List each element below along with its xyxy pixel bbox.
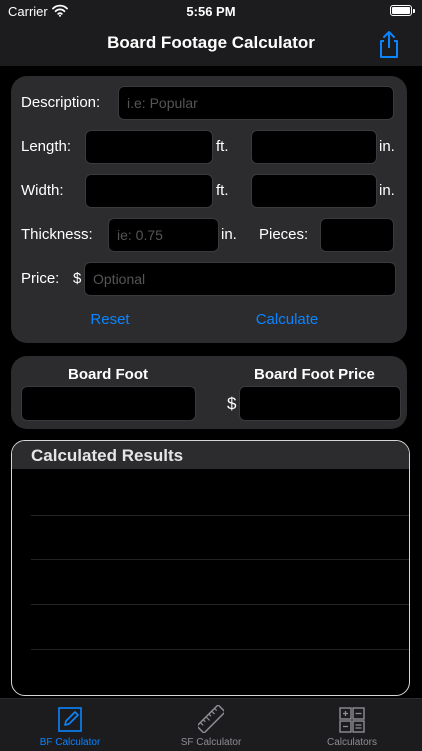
description-input[interactable] (118, 86, 394, 120)
output-panel: Board Foot Board Foot Price $ (11, 356, 407, 429)
description-label: Description: (21, 94, 101, 111)
price-currency: $ (73, 270, 82, 287)
tab-calculators[interactable]: Calculators (282, 699, 422, 751)
battery-icon (390, 5, 415, 16)
list-row-separator (31, 515, 409, 516)
board-foot-price-output (239, 386, 401, 421)
navigation-bar: Board Footage Calculator (0, 24, 422, 66)
board-foot-label: Board Foot (68, 366, 148, 383)
tab-sf-calculator-label: SF Calculator (180, 737, 242, 748)
share-icon (380, 31, 398, 58)
list-row-separator (31, 559, 409, 560)
tab-calculators-label: Calculators (326, 737, 378, 748)
share-button[interactable] (375, 29, 403, 59)
tab-bf-calculator-label: BF Calculator (39, 737, 101, 748)
clock: 5:56 PM (186, 4, 236, 19)
reset-button[interactable]: Reset (70, 311, 150, 328)
board-foot-price-currency: $ (227, 394, 237, 413)
page-title: Board Footage Calculator (107, 33, 315, 52)
price-label: Price: (21, 270, 60, 287)
calculated-results-list[interactable]: Calculated Results (11, 440, 410, 696)
tab-sf-calculator[interactable]: SF Calculator (141, 699, 281, 751)
pieces-input[interactable] (320, 218, 394, 252)
calculate-button[interactable]: Calculate (237, 311, 337, 328)
length-ft-input[interactable] (85, 130, 213, 164)
width-in-unit: in. (379, 182, 395, 199)
width-in-input[interactable] (251, 174, 377, 208)
width-ft-unit: ft. (216, 182, 229, 199)
length-label: Length: (21, 138, 72, 155)
calculator-icon (339, 707, 365, 733)
thickness-input[interactable] (108, 218, 219, 252)
tab-bar: BF Calculator SF Calculator Calculators (0, 698, 422, 751)
thickness-unit: in. (221, 226, 237, 243)
width-label: Width: (21, 182, 64, 199)
pieces-label: Pieces: (259, 226, 309, 243)
price-input[interactable] (84, 262, 396, 296)
tab-bf-calculator[interactable]: BF Calculator (0, 699, 140, 751)
board-foot-price-label: Board Foot Price (254, 366, 375, 383)
input-panel: Description: Length: ft. in. Width: ft. … (11, 76, 407, 343)
thickness-label: Thickness: (21, 226, 93, 243)
pencil-square-icon (58, 707, 82, 732)
length-ft-unit: ft. (216, 138, 229, 155)
list-row-separator (31, 604, 409, 605)
list-row-separator (31, 649, 409, 650)
length-in-input[interactable] (251, 130, 377, 164)
results-header: Calculated Results (12, 441, 409, 469)
content-area: Description: Length: ft. in. Width: ft. … (0, 66, 422, 698)
board-foot-output (21, 386, 196, 421)
width-ft-input[interactable] (85, 174, 213, 208)
status-bar: Carrier 5:56 PM (0, 0, 422, 24)
length-in-unit: in. (379, 138, 395, 155)
ruler-icon (198, 705, 224, 733)
